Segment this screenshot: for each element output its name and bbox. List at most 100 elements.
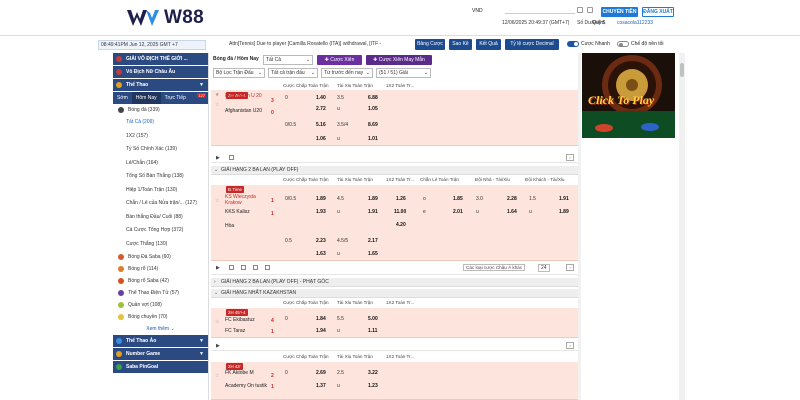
odds-type-select[interactable]: Tỷ lệ cược Decimal [505,39,559,50]
odds[interactable]: 5.00 [368,316,378,323]
odds[interactable]: 1.94 [316,328,326,335]
odds[interactable]: 2.17 [368,238,378,245]
scrollbar-thumb[interactable] [680,63,684,77]
sidebar-sports-header[interactable]: Thể Thao ▼ [113,79,208,91]
sub-item-all[interactable]: Tất Cả (209) [113,116,208,130]
odds[interactable]: 1.40 [316,95,326,102]
odds[interactable]: 1.91 [368,209,378,216]
star-icon[interactable]: ☆ [215,373,219,379]
info-icon[interactable] [265,265,270,270]
sidebar-item-saba-basketball[interactable]: Bóng rổ Saba (42) [113,275,208,287]
league-header[interactable]: ⌄ GIẢI HẠNG 2 BA LAN (PLAY OFF) [211,166,578,175]
sidebar-item-football[interactable]: Bóng đá (339) [113,104,208,116]
stats-icon[interactable] [229,155,234,160]
odds[interactable]: 11.00 [394,209,406,216]
expand-icon[interactable]: › [566,342,574,349]
odds[interactable]: 1.89 [316,196,326,203]
see-more-link[interactable]: Xem thêm ⌄ [113,323,208,335]
sidebar-item-world-cup[interactable]: GIẢI VÔ ĐỊCH THẾ GIỚI ... [113,53,208,65]
odds[interactable]: 2.23 [316,238,326,245]
promo-banner[interactable]: Click To Play [582,53,675,138]
expand-icon[interactable]: › [566,264,574,271]
odds[interactable]: 1.64 [507,209,517,216]
sidebar-item-saba-football[interactable]: Bóng Đá Saba (60) [113,251,208,263]
sidebar-item-number-game[interactable]: Number Game ▼ [113,348,208,360]
tab-early[interactable]: Sớm [113,92,132,104]
sidebar-item-esports[interactable]: Thể Thao Điện Tử (57) [113,287,208,299]
news-ticker[interactable]: Attn[Tennis] Due to player [Camilla Rosa… [229,41,410,47]
sub-item[interactable]: 1X2 (157) [113,130,208,144]
odds[interactable]: 2.69 [316,370,326,377]
odds[interactable]: 8.69 [368,122,378,129]
odds[interactable]: 1.37 [316,383,326,390]
tab-today[interactable]: Hôm Nay [131,92,161,104]
odds[interactable]: 1.84 [316,316,326,323]
odds[interactable]: 1.26 [396,196,406,203]
tv-icon[interactable] [253,265,258,270]
sidebar-item-tennis[interactable]: Quần vợt (108) [113,299,208,311]
star-icon[interactable]: ☆ [215,198,219,204]
play-icon[interactable]: ▶ [216,343,220,349]
tab-live[interactable]: Trực Tiếp [161,92,190,104]
sub-item[interactable]: Lẻ/Chẵn (164) [113,157,208,171]
logout-button[interactable]: ĐĂNG XUẤT [642,7,674,17]
sidebar-item-virtual[interactable]: Thể Thao Ảo ▼ [113,335,208,347]
odds[interactable]: 1.01 [368,136,378,143]
sub-item[interactable]: Bàn thắng Đầu/ Cuối (88) [113,211,208,225]
sidebar-item-basketball[interactable]: Bóng rổ (114) [113,263,208,275]
sub-item[interactable]: Hiệp 1/Toàn Trận (130) [113,184,208,198]
play-icon[interactable]: ▶ [216,155,220,161]
odds[interactable]: 1.85 [453,196,463,203]
more-bet-types-select[interactable]: Các loại cược Châu Á khác [463,264,526,271]
league-page-select[interactable]: (51 / 51) Giải ⌄ [376,68,431,78]
star-icon[interactable]: ★ [215,92,219,98]
star-icon[interactable]: ☆ [215,102,219,108]
star-icon[interactable]: ☆ [215,319,219,325]
sort-select[interactable]: Từ trước đến nay ⌄ [321,68,373,78]
odds[interactable]: 1.63 [316,251,326,258]
bet-list-button[interactable]: Bảng Cược [415,39,445,50]
sub-item[interactable]: Tổng Số Bàn Thắng (138) [113,170,208,184]
odds[interactable]: 1.11 [368,328,377,335]
username[interactable]: cosacola112233 [617,20,653,26]
sub-item[interactable]: Tỷ Số Chính Xác (139) [113,143,208,157]
brand-logo[interactable]: W88 [126,7,204,29]
odds[interactable]: 1.06 [316,136,326,143]
play-icon[interactable]: ▶ [216,265,220,271]
odds[interactable]: 4.20 [396,222,406,229]
odds[interactable]: 1.65 [368,251,378,258]
deposit-button[interactable]: CHUYỂN TIỀN [601,7,638,17]
odds[interactable]: 1.91 [559,196,569,203]
sub-item[interactable]: Chẵn / Lẻ của Nửa trận/... (127) [113,197,208,211]
chart-icon[interactable] [241,265,246,270]
expand-icon[interactable]: › [566,154,574,161]
odds[interactable]: 2.28 [507,196,517,203]
lucky-parlay-button[interactable]: ✚ Cược Xiên May Mắn [366,55,432,65]
parlay-button[interactable]: ✚ Cược Xiên [317,55,362,65]
odds[interactable]: 1.23 [368,383,378,390]
result-button[interactable]: Kết Quả [476,39,501,50]
odds[interactable]: 1.05 [368,106,378,113]
league-header[interactable]: ⌄ GIẢI HẠNG NHẤT KAZAKHSTAN [211,289,578,298]
sub-item[interactable]: Cá Cược Tổng Hợp (372) [113,224,208,238]
mail-icon[interactable] [577,7,583,13]
sidebar-item-volleyball[interactable]: Bóng chuyền (70) [113,311,208,323]
sidebar-item-pingoal[interactable]: Saba PinGoal [113,361,208,373]
page-scrollbar[interactable] [679,53,685,400]
sub-item[interactable]: Cược Thắng (130) [113,238,208,252]
stats-icon[interactable] [229,265,234,270]
all-select[interactable]: Tất Cả ⌄ [263,55,313,65]
match-filter-select[interactable]: Bộ Lọc Trận Đấu ⌄ [213,68,265,78]
bet-type-select[interactable]: Tất cả trận đấu ⌄ [268,68,318,78]
user-icon[interactable] [587,7,593,13]
odds[interactable]: 2.01 [453,209,463,216]
league-header[interactable]: › GIẢI HẠNG 2 BA LAN (PLAY OFF) - PHẠT GÓ… [211,278,578,287]
odds[interactable]: 3.22 [368,370,378,377]
odds[interactable]: 6.88 [368,95,378,102]
odds[interactable]: 2.72 [316,106,326,113]
sidebar-item-euro-women[interactable]: Vô Địch Nữ Châu Âu [113,66,208,78]
odds-scrollbar[interactable] [578,53,581,400]
dark-mode-toggle[interactable] [617,41,629,47]
odds[interactable]: 1.89 [559,209,569,216]
odds[interactable]: 1.89 [368,196,378,203]
